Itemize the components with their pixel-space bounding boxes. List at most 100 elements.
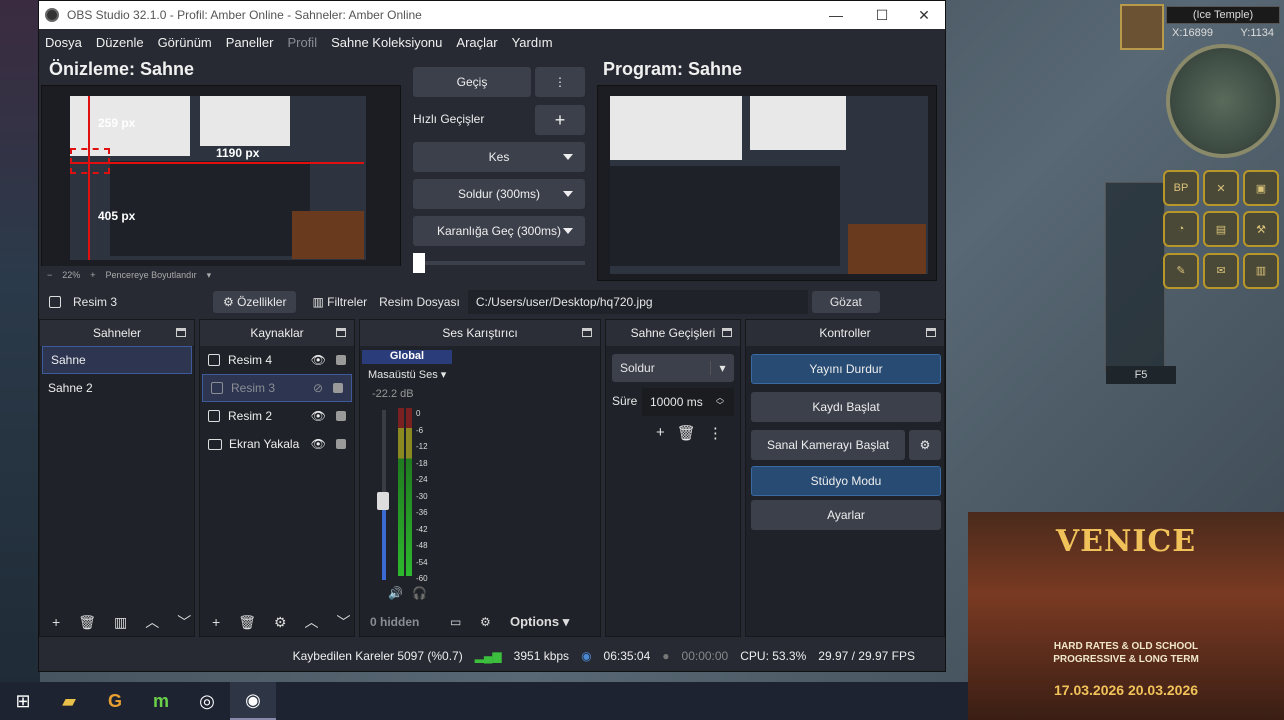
lock-icon[interactable] bbox=[333, 383, 343, 393]
scroll-icon[interactable]: ✎ bbox=[1163, 252, 1199, 289]
undock-icon[interactable] bbox=[582, 328, 592, 337]
start-icon[interactable]: ⊞ bbox=[0, 682, 46, 720]
eye-icon[interactable]: 👁 bbox=[311, 353, 326, 367]
menu-file[interactable]: Dosya bbox=[45, 35, 82, 50]
menu-dots-icon[interactable]: ⋮ bbox=[708, 424, 723, 442]
transition-type-select[interactable]: Soldur ▾ bbox=[612, 354, 734, 382]
menu-docks[interactable]: Paneller bbox=[226, 35, 274, 50]
minimize-button[interactable]: — bbox=[813, 1, 859, 29]
menu-tools[interactable]: Araçlar bbox=[456, 35, 497, 50]
options-button[interactable]: Options ▾ bbox=[510, 614, 569, 630]
tbar-slider-handle[interactable] bbox=[413, 253, 425, 273]
quick-transition-fade[interactable]: Soldur (300ms) bbox=[413, 179, 585, 209]
source-item[interactable]: Resim 4 👁 bbox=[200, 346, 354, 374]
resize-to-window[interactable]: Pencereye Boyutlandır bbox=[106, 270, 197, 280]
transition-menu-icon[interactable]: ⋮ bbox=[535, 67, 585, 97]
eye-icon[interactable]: 👁 bbox=[311, 409, 326, 423]
hotkey-f5[interactable]: F5 bbox=[1106, 366, 1176, 384]
add-quick-transition-icon[interactable]: + bbox=[535, 105, 585, 135]
envelope-icon[interactable]: ✉ bbox=[1203, 252, 1239, 289]
eye-icon[interactable]: 👁 bbox=[311, 437, 326, 451]
lock-icon[interactable] bbox=[336, 355, 346, 365]
status-bar: Kaybedilen Kareler 5097 (%0.7) ▂▄▆ 3951 … bbox=[39, 641, 945, 671]
properties-button[interactable]: ⚙ Özellikler bbox=[213, 291, 297, 313]
lock-icon[interactable] bbox=[336, 439, 346, 449]
preview-canvas[interactable]: 259 px 1190 px 405 px bbox=[41, 85, 401, 269]
chevron-down-icon[interactable]: ﹀ bbox=[177, 612, 191, 632]
menu-view[interactable]: Görünüm bbox=[158, 35, 212, 50]
zoom-in-icon[interactable]: + bbox=[90, 270, 95, 280]
book-icon[interactable]: ▤ bbox=[1203, 211, 1239, 248]
zoom-out-icon[interactable]: − bbox=[47, 270, 52, 280]
headphones-icon[interactable]: 🎧 bbox=[412, 586, 427, 600]
gear-icon[interactable]: ⚙ bbox=[274, 614, 287, 631]
mixer-device-name[interactable]: Masaüstü Ses ▾ bbox=[368, 368, 446, 381]
chevron-up-icon[interactable]: ︿ bbox=[305, 612, 319, 632]
eye-off-icon[interactable]: ⊘ bbox=[313, 381, 323, 395]
trash-icon[interactable]: 🗑 bbox=[677, 424, 696, 442]
source-toolbar: Resim 3 ⚙ Özellikler ▥ Filtreler Resim D… bbox=[39, 289, 945, 315]
clock-icon[interactable]: ◔ bbox=[1163, 211, 1199, 248]
add-icon[interactable]: + bbox=[52, 614, 60, 630]
menu-profile[interactable]: Profil bbox=[287, 35, 317, 50]
cross-swords-icon[interactable]: ✕ bbox=[1203, 170, 1239, 206]
virtual-camera-button[interactable]: Sanal Kamerayı Başlat bbox=[751, 430, 905, 460]
virtual-camera-settings-icon[interactable]: ⚙ bbox=[909, 430, 941, 460]
folder-icon[interactable]: ▰ bbox=[46, 682, 92, 720]
obs-icon[interactable]: ◉ bbox=[230, 682, 276, 720]
undock-icon[interactable] bbox=[722, 328, 732, 337]
source-item[interactable]: Resim 3 ⊘ bbox=[202, 374, 352, 402]
scene-item[interactable]: Sahne 2 bbox=[40, 374, 194, 402]
maximize-button[interactable]: ☐ bbox=[859, 1, 905, 29]
g-app-icon[interactable]: G bbox=[92, 682, 138, 720]
menu-edit[interactable]: Düzenle bbox=[96, 35, 144, 50]
undock-icon[interactable] bbox=[926, 328, 936, 337]
obs-record-icon[interactable]: ◎ bbox=[184, 682, 230, 720]
preview-label-right: 1190 px bbox=[216, 146, 260, 160]
note-icon[interactable]: ▥ bbox=[1243, 252, 1279, 289]
quick-transition-cut[interactable]: Kes bbox=[413, 142, 585, 172]
trash-icon[interactable]: 🗑 bbox=[238, 614, 256, 631]
chevron-up-icon[interactable]: ︿ bbox=[145, 612, 159, 632]
image-path-field[interactable]: C:/Users/user/Desktop/hq720.jpg bbox=[467, 290, 808, 314]
mute-icon[interactable]: 🔊 bbox=[388, 586, 403, 600]
mixer-global-tab[interactable]: Global bbox=[362, 350, 452, 364]
stop-stream-button[interactable]: Yayını Durdur bbox=[751, 354, 941, 384]
character-portrait[interactable] bbox=[1120, 4, 1164, 50]
meter-tick: -18 bbox=[416, 458, 428, 468]
add-icon[interactable]: + bbox=[656, 424, 665, 442]
close-button[interactable]: ✕ bbox=[901, 1, 947, 29]
tbar-slider-track[interactable] bbox=[425, 261, 585, 265]
chest-icon[interactable]: ▣ bbox=[1243, 170, 1279, 206]
hammer-icon[interactable]: ⚒ bbox=[1243, 211, 1279, 248]
menu-help[interactable]: Yardım bbox=[512, 35, 553, 50]
volume-slider-handle[interactable] bbox=[377, 492, 389, 510]
layout-icon[interactable]: ▭ bbox=[450, 615, 480, 629]
filters-button[interactable]: ▥ Filtreler bbox=[302, 291, 377, 313]
undock-icon[interactable] bbox=[176, 328, 186, 337]
minimap[interactable] bbox=[1166, 44, 1280, 158]
zoom-dropdown-icon[interactable]: ▾ bbox=[207, 270, 212, 281]
add-icon[interactable]: + bbox=[212, 614, 220, 630]
trash-icon[interactable]: 🗑 bbox=[78, 614, 96, 631]
quick-transition-fade-black[interactable]: Karanlığa Geç (300ms) bbox=[413, 216, 585, 246]
duration-spinbox[interactable]: 10000 ms ︿ ﹀ bbox=[642, 388, 734, 416]
source-item[interactable]: Ekran Yakala 👁 bbox=[200, 430, 354, 458]
studio-mode-button[interactable]: Stüdyo Modu bbox=[751, 466, 941, 496]
start-recording-button[interactable]: Kaydı Başlat bbox=[751, 392, 941, 422]
scene-item[interactable]: Sahne bbox=[42, 346, 192, 374]
browse-button[interactable]: Gözat bbox=[811, 291, 880, 313]
m-app-icon[interactable]: m bbox=[138, 682, 184, 720]
spin-arrows-icon[interactable]: ︿ ﹀ bbox=[716, 394, 724, 410]
settings-button[interactable]: Ayarlar bbox=[751, 500, 941, 530]
advanced-audio-icon[interactable]: ⚙ bbox=[480, 615, 510, 629]
filter-icon[interactable]: ▥ bbox=[114, 614, 127, 631]
bp-icon[interactable]: BP bbox=[1163, 170, 1199, 206]
transition-button[interactable]: Geçiş bbox=[413, 67, 531, 97]
quick-transition-fade-label: Soldur (300ms) bbox=[457, 187, 541, 201]
source-item[interactable]: Resim 2 👁 bbox=[200, 402, 354, 430]
chevron-down-icon[interactable]: ﹀ bbox=[337, 612, 351, 632]
undock-icon[interactable] bbox=[336, 328, 346, 337]
lock-icon[interactable] bbox=[336, 411, 346, 421]
menu-scene-collection[interactable]: Sahne Koleksiyonu bbox=[331, 35, 442, 50]
